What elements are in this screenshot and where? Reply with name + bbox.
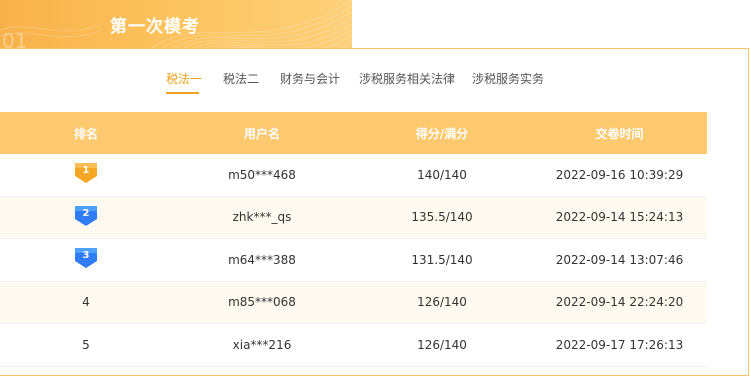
tab-shuifa-2[interactable]: 税法二: [223, 70, 259, 87]
rank-cell: 1: [0, 162, 172, 187]
tab-tax-service-practice[interactable]: 涉税服务实务: [472, 70, 544, 87]
tab-tax-service-law[interactable]: 涉税服务相关法律: [359, 70, 455, 87]
blue-medal-icon: 2: [74, 205, 98, 227]
table-row: 3 m64***388 131.5/140 2022-09-14 13:07:4…: [0, 239, 707, 282]
username-cell: m64***388: [228, 252, 296, 267]
hero-banner: 01 第一次模考: [0, 0, 352, 50]
subject-tabs: 税法一 税法二 财务与会计 涉税服务相关法律 涉税服务实务: [0, 70, 750, 98]
score-cell: 126/140: [417, 295, 467, 310]
tab-shuifa-1[interactable]: 税法一: [166, 70, 202, 87]
gold-medal-icon: 1: [74, 162, 98, 184]
rank-number: 3: [82, 250, 90, 262]
header-submit-time: 交卷时间: [595, 126, 644, 141]
rank-cell: 5: [82, 337, 90, 352]
table-row: 2 zhk***_qs 135.5/140 2022-09-14 15:24:1…: [0, 196, 707, 239]
username-cell: m50***468: [228, 167, 296, 182]
submit-time-cell: 2022-09-14 13:07:46: [555, 252, 684, 267]
score-cell: 126/140: [417, 337, 467, 352]
submit-time-cell: 2022-09-14 15:24:13: [555, 210, 684, 225]
rank-number: 1: [82, 165, 90, 177]
username-cell: zhk***_qs: [232, 210, 292, 225]
header-score: 得分/满分: [415, 126, 469, 141]
rank-cell: 3: [0, 247, 172, 272]
svg-text:01: 01: [2, 29, 27, 50]
header-rank: 排名: [73, 126, 98, 141]
ranking-table: 排名 用户名 得分/满分 交卷时间 1 m50***468 140/140 20…: [0, 112, 707, 367]
submit-time-cell: 2022-09-17 17:26:13: [555, 337, 684, 352]
score-cell: 140/140: [417, 167, 467, 182]
rank-cell: 4: [82, 295, 90, 310]
table-row: 4 m85***068 126/140 2022-09-14 22:24:20: [0, 281, 707, 324]
page-title: 第一次模考: [110, 17, 200, 37]
rank-cell: 2: [0, 205, 172, 230]
tab-finance-accounting[interactable]: 财务与会计: [280, 70, 340, 87]
table-row: 5 xia***216 126/140 2022-09-17 17:26:13: [0, 324, 707, 367]
blue-medal-icon: 3: [74, 247, 98, 269]
username-cell: m85***068: [228, 295, 296, 310]
header-username: 用户名: [243, 126, 280, 141]
submit-time-cell: 2022-09-14 22:24:20: [555, 295, 684, 310]
active-tab-underline: [166, 92, 199, 94]
table-row: 1 m50***468 140/140 2022-09-16 10:39:29: [0, 154, 707, 197]
score-cell: 131.5/140: [411, 252, 473, 267]
table-header: 排名 用户名 得分/满分 交卷时间: [0, 112, 707, 154]
username-cell: xia***216: [232, 337, 292, 352]
submit-time-cell: 2022-09-16 10:39:29: [555, 167, 684, 182]
score-cell: 135.5/140: [411, 210, 473, 225]
rank-number: 2: [82, 207, 90, 219]
